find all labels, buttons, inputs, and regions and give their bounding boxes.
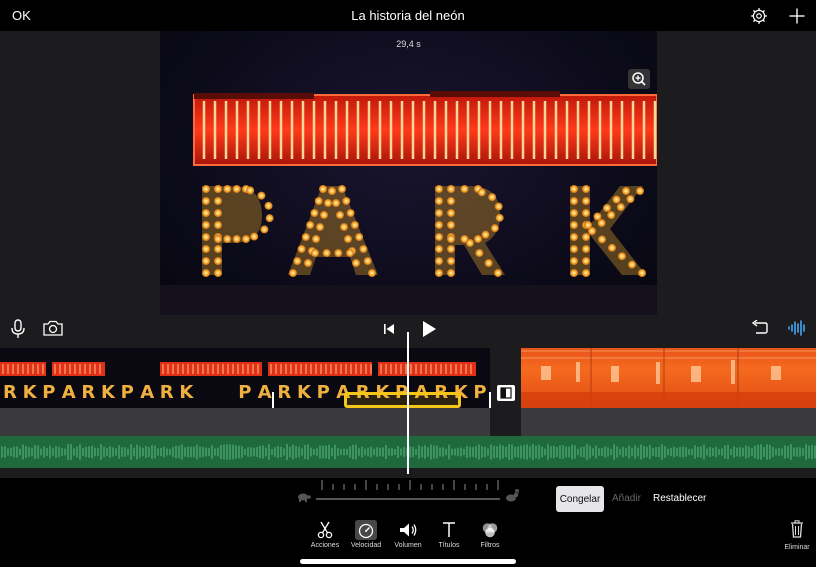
bottom-panel: Congelar Añadir Restablecer Acciones Vel… [0, 478, 816, 567]
turtle-icon [298, 493, 311, 502]
trash-icon [791, 520, 803, 538]
playhead[interactable] [407, 332, 409, 474]
video-preview[interactable]: 29,4 s [160, 31, 657, 315]
tool-filters[interactable]: Filtros [468, 520, 512, 549]
transition-icon[interactable] [497, 385, 515, 401]
neon-sign-image [160, 91, 657, 315]
top-bar: OK La historia del neón [0, 0, 816, 31]
filmstrip-letter: A [258, 382, 272, 403]
tool-label: Títulos [438, 542, 460, 549]
waveform-icon[interactable] [787, 320, 807, 336]
text-icon [443, 522, 455, 537]
video-viewer: 29,4 s [0, 31, 816, 315]
tool-titles[interactable]: Títulos [427, 520, 471, 549]
filmstrip-letter: A [140, 382, 154, 403]
add-button[interactable]: Añadir [612, 493, 641, 504]
filmstrip-letter: P [238, 382, 251, 403]
reset-button[interactable]: Restablecer [653, 493, 706, 504]
freeze-button[interactable]: Congelar [556, 486, 604, 512]
rabbit-icon [506, 489, 519, 502]
tool-label: Acciones [310, 542, 340, 549]
filmstrip-letter: R [277, 382, 291, 403]
filmstrip-letter: R [160, 382, 174, 403]
undo-icon[interactable] [750, 320, 768, 336]
delete-button[interactable]: Eliminar [782, 520, 812, 551]
filmstrip-letter: P [473, 382, 486, 403]
filmstrip-letter: A [62, 382, 76, 403]
delete-label: Eliminar [784, 544, 810, 551]
playhead-tip [401, 317, 415, 325]
speed-slider[interactable] [316, 498, 500, 500]
filmstrip-letter: K [179, 382, 194, 403]
scissors-icon [317, 521, 333, 539]
home-indicator [300, 559, 516, 564]
gear-icon[interactable] [750, 7, 768, 25]
speed-ruler [321, 480, 499, 490]
filmstrip-letter: P [317, 382, 330, 403]
skip-to-start-icon[interactable] [383, 323, 395, 335]
filmstrip-letter: K [23, 382, 38, 403]
filmstrip-letter: R [81, 382, 95, 403]
range-marker[interactable] [489, 392, 491, 408]
tool-label: Volumen [394, 542, 422, 549]
filmstrip-letter: K [297, 382, 312, 403]
plus-icon[interactable] [788, 7, 806, 25]
filmstrip-letter: P [42, 382, 55, 403]
clip-duration-label: 29,4 s [396, 39, 421, 49]
tool-label: Filtros [480, 542, 500, 549]
zoom-in-icon[interactable] [628, 69, 650, 89]
play-icon[interactable] [421, 320, 437, 338]
filmstrip-letter: K [101, 382, 116, 403]
filmstrip-letter: R [3, 382, 17, 403]
filters-icon [482, 523, 498, 538]
video-clip-orange[interactable] [521, 348, 816, 408]
ok-button[interactable]: OK [12, 8, 31, 23]
speed-range-selection[interactable] [344, 392, 461, 408]
range-marker[interactable] [272, 392, 274, 408]
filmstrip-letter: P [121, 382, 134, 403]
microphone-icon[interactable] [10, 319, 26, 339]
tool-speed[interactable]: Velocidad [344, 520, 388, 549]
tool-label: Velocidad [350, 542, 382, 549]
project-title: La historia del neón [351, 8, 465, 23]
speedometer-icon [355, 520, 377, 540]
tool-actions[interactable]: Acciones [303, 520, 347, 549]
tool-volume[interactable]: Volumen [386, 520, 430, 549]
camera-icon[interactable] [43, 320, 63, 336]
speaker-icon [400, 523, 417, 537]
